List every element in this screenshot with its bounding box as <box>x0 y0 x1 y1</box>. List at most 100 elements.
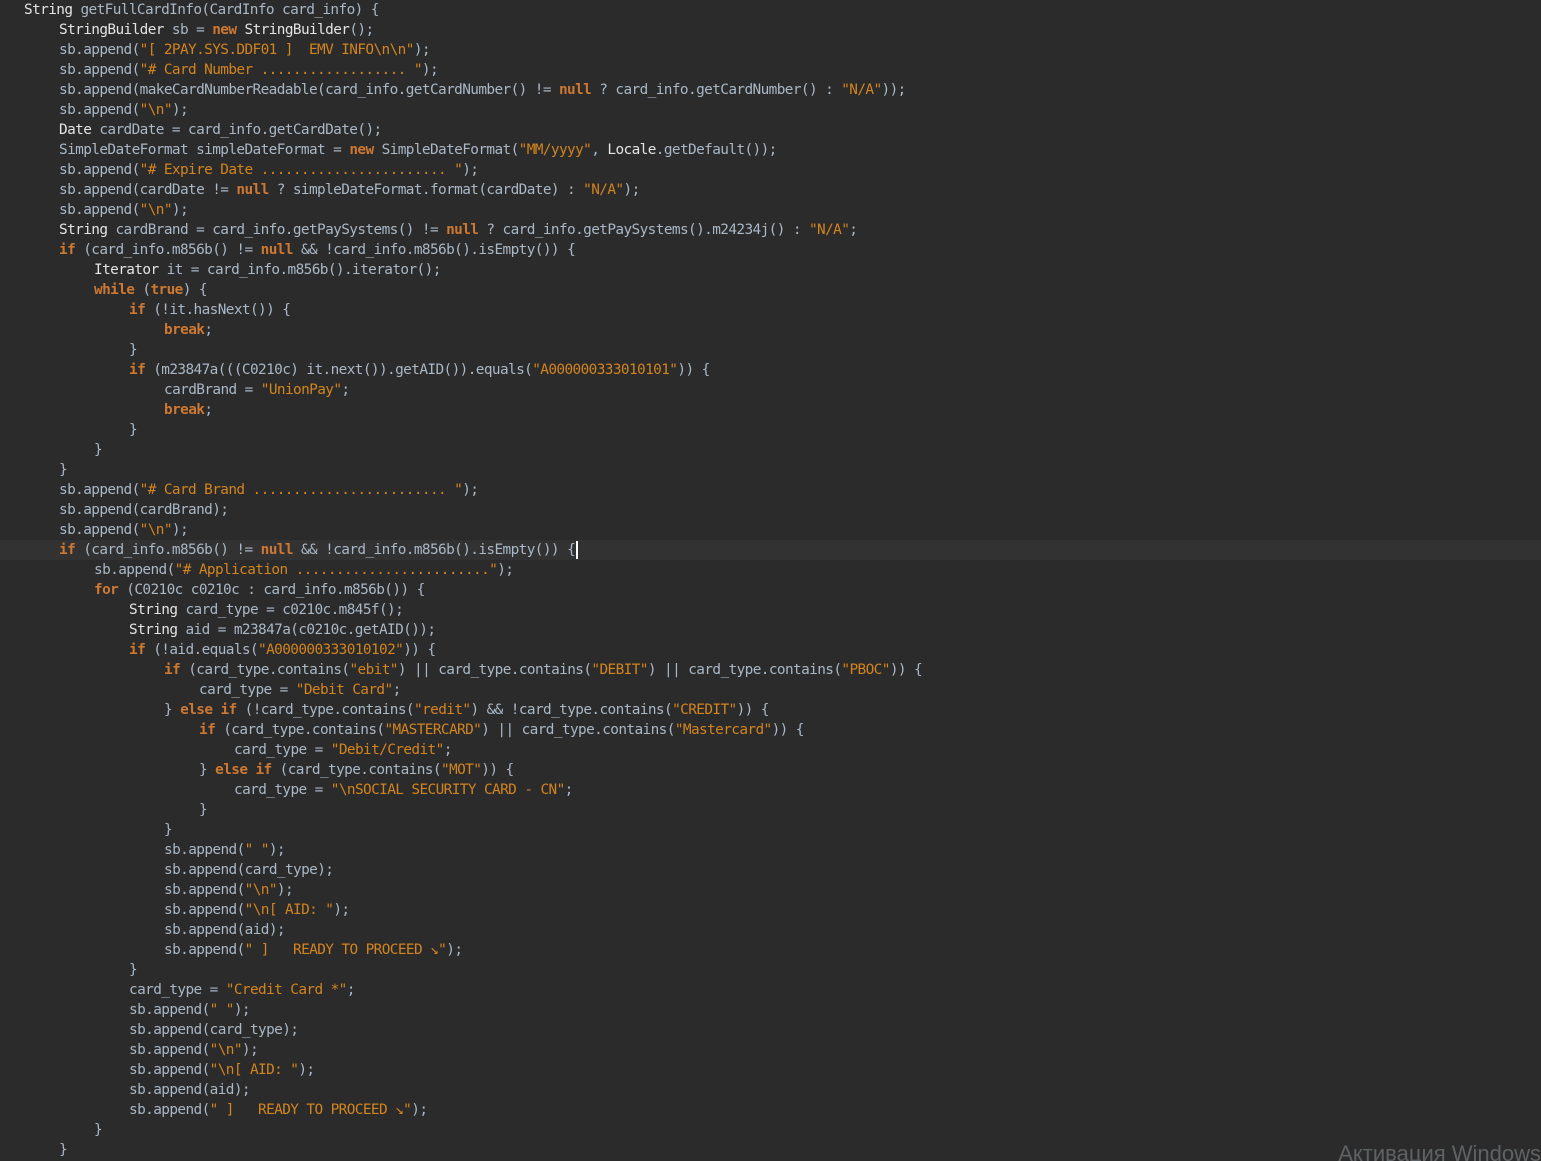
code-line[interactable]: for (C0210c c0210c : card_info.m856b()) … <box>0 580 1541 600</box>
code-line[interactable]: if (!aid.equals("A000000333010102")) { <box>0 640 1541 660</box>
code-line[interactable]: break; <box>0 320 1541 340</box>
code-token-plain: } <box>164 822 173 838</box>
code-line-content: if (card_type.contains("MASTERCARD") || … <box>199 720 804 740</box>
code-token-str: " ] READY TO PROCEED ↘" <box>209 1102 412 1118</box>
code-token-plain: ) { <box>182 282 208 298</box>
code-line[interactable]: if (!it.hasNext()) { <box>0 300 1541 320</box>
code-line[interactable]: sb.append(makeCardNumberReadable(card_in… <box>0 80 1541 100</box>
code-line[interactable]: break; <box>0 400 1541 420</box>
code-line[interactable]: String cardBrand = card_info.getPaySyste… <box>0 220 1541 240</box>
code-line[interactable]: } <box>0 960 1541 980</box>
code-line[interactable]: if (card_info.m856b() != null && !card_i… <box>0 240 1541 260</box>
code-line[interactable]: card_type = "Credit Card *"; <box>0 980 1541 1000</box>
code-line[interactable]: String aid = m23847a(c0210c.getAID()); <box>0 620 1541 640</box>
code-line[interactable]: SimpleDateFormat simpleDateFormat = new … <box>0 140 1541 160</box>
code-line[interactable]: sb.append(aid); <box>0 920 1541 940</box>
code-line[interactable]: sb.append(aid); <box>0 1080 1541 1100</box>
code-token-plain: )) { <box>889 662 923 678</box>
code-token-type: String <box>59 222 108 238</box>
code-line[interactable]: sb.append(" ] READY TO PROCEED ↘"); <box>0 1100 1541 1120</box>
code-token-str: "Debit Card" <box>295 682 393 698</box>
code-line[interactable]: sb.append(card_type); <box>0 1020 1541 1040</box>
code-line[interactable]: String getFullCardInfo(CardInfo card_inf… <box>0 0 1541 20</box>
code-line-current[interactable]: if (card_info.m856b() != null && !card_i… <box>0 540 1541 560</box>
code-line[interactable]: Date cardDate = card_info.getCardDate(); <box>0 120 1541 140</box>
code-editor[interactable]: String getFullCardInfo(CardInfo card_inf… <box>0 0 1541 1161</box>
code-line[interactable]: sb.append("\n"); <box>0 200 1541 220</box>
code-token-plain: cardDate = card_info.getCardDate(); <box>91 122 382 138</box>
code-line[interactable]: card_type = "\nSOCIAL SECURITY CARD - CN… <box>0 780 1541 800</box>
code-line[interactable]: sb.append("# Application ...............… <box>0 560 1541 580</box>
code-line[interactable]: card_type = "Debit Card"; <box>0 680 1541 700</box>
code-line[interactable]: String card_type = c0210c.m845f(); <box>0 600 1541 620</box>
code-line[interactable]: while (true) { <box>0 280 1541 300</box>
code-line-content: } else if (card_type.contains("MOT")) { <box>199 760 514 780</box>
code-line[interactable]: sb.append("\n[ AID: "); <box>0 900 1541 920</box>
code-line[interactable]: sb.append("\n"); <box>0 880 1541 900</box>
code-token-plain: sb.append( <box>129 1002 210 1018</box>
code-line[interactable]: sb.append(" "); <box>0 840 1541 860</box>
code-token-kwbright: if <box>59 542 76 558</box>
code-token-str: " " <box>209 1002 235 1018</box>
code-line[interactable]: } <box>0 420 1541 440</box>
code-line[interactable]: cardBrand = "UnionPay"; <box>0 380 1541 400</box>
code-line[interactable]: sb.append("# Card Number ...............… <box>0 60 1541 80</box>
code-line[interactable]: StringBuilder sb = new StringBuilder(); <box>0 20 1541 40</box>
code-area[interactable]: String getFullCardInfo(CardInfo card_inf… <box>0 0 1541 1161</box>
code-line[interactable]: } <box>0 1140 1541 1160</box>
code-line[interactable]: } else if (card_type.contains("MOT")) { <box>0 760 1541 780</box>
code-line-content: sb.append(" "); <box>129 1000 251 1020</box>
code-line[interactable]: } <box>0 1120 1541 1140</box>
code-line[interactable]: sb.append("\n"); <box>0 100 1541 120</box>
code-line[interactable]: sb.append("\n[ AID: "); <box>0 1060 1541 1080</box>
code-line[interactable]: sb.append("# Expire Date ...............… <box>0 160 1541 180</box>
code-line[interactable]: sb.append("\n"); <box>0 520 1541 540</box>
code-line-content: } <box>199 800 208 820</box>
code-line[interactable]: } <box>0 340 1541 360</box>
code-token-plain: } <box>94 442 103 458</box>
code-token-plain: ) && !card_type.contains( <box>470 702 673 718</box>
code-token-type: Iterator <box>94 262 159 278</box>
code-token-plain: (!aid.equals( <box>145 642 259 658</box>
code-line[interactable]: sb.append("[ 2PAY.SYS.DDF01 ] EMV INFO\n… <box>0 40 1541 60</box>
code-line[interactable]: sb.append("# Card Brand ................… <box>0 480 1541 500</box>
code-line[interactable]: sb.append(cardBrand); <box>0 500 1541 520</box>
code-line-content: sb.append("# Card Brand ................… <box>59 480 479 500</box>
code-token-plain: ); <box>276 882 294 898</box>
code-line[interactable]: sb.append(" ] READY TO PROCEED ↘"); <box>0 940 1541 960</box>
code-line-content: } <box>94 440 103 460</box>
code-token-plain: card_type = <box>234 782 331 798</box>
code-line[interactable]: if (card_type.contains("ebit") || card_t… <box>0 660 1541 680</box>
code-token-str: "MOT" <box>440 762 482 778</box>
code-line[interactable]: } <box>0 440 1541 460</box>
code-token-lit: null <box>236 182 269 198</box>
code-token-plain: sb.append( <box>129 1042 210 1058</box>
code-line-content: StringBuilder sb = new StringBuilder(); <box>59 20 374 40</box>
code-line-content: } <box>59 1140 68 1160</box>
code-line[interactable]: sb.append(card_type); <box>0 860 1541 880</box>
code-line[interactable]: sb.append(" "); <box>0 1000 1541 1020</box>
code-token-kwbright: if <box>199 722 216 738</box>
code-line[interactable]: sb.append(cardDate != null ? simpleDateF… <box>0 180 1541 200</box>
code-line[interactable]: } <box>0 460 1541 480</box>
code-token-str: "MM/yyyy" <box>518 142 592 158</box>
code-line[interactable]: if (card_type.contains("MASTERCARD") || … <box>0 720 1541 740</box>
code-line-content: sb.append("\n"); <box>59 100 189 120</box>
code-token-plain: ; <box>849 222 858 238</box>
code-line-content: } <box>129 340 138 360</box>
code-token-plain: sb.append( <box>59 62 140 78</box>
code-token-plain: && !card_info.m856b().isEmpty()) { <box>292 242 576 258</box>
code-token-plain: sb.append( <box>59 102 140 118</box>
code-line-content: for (C0210c c0210c : card_info.m856b()) … <box>94 580 425 600</box>
code-line-content: while (true) { <box>94 280 208 300</box>
code-line[interactable]: } <box>0 800 1541 820</box>
code-line[interactable]: card_type = "Debit/Credit"; <box>0 740 1541 760</box>
code-line-content: sb.append("\n[ AID: "); <box>164 900 350 920</box>
code-line[interactable]: if (m23847a(((C0210c) it.next()).getAID(… <box>0 360 1541 380</box>
code-token-kwbright: if <box>164 662 181 678</box>
code-line[interactable]: } <box>0 820 1541 840</box>
code-line[interactable]: } else if (!card_type.contains("redit") … <box>0 700 1541 720</box>
code-line[interactable]: Iterator it = card_info.m856b().iterator… <box>0 260 1541 280</box>
code-token-plain: sb.append(card_type); <box>129 1022 299 1038</box>
code-line[interactable]: sb.append("\n"); <box>0 1040 1541 1060</box>
